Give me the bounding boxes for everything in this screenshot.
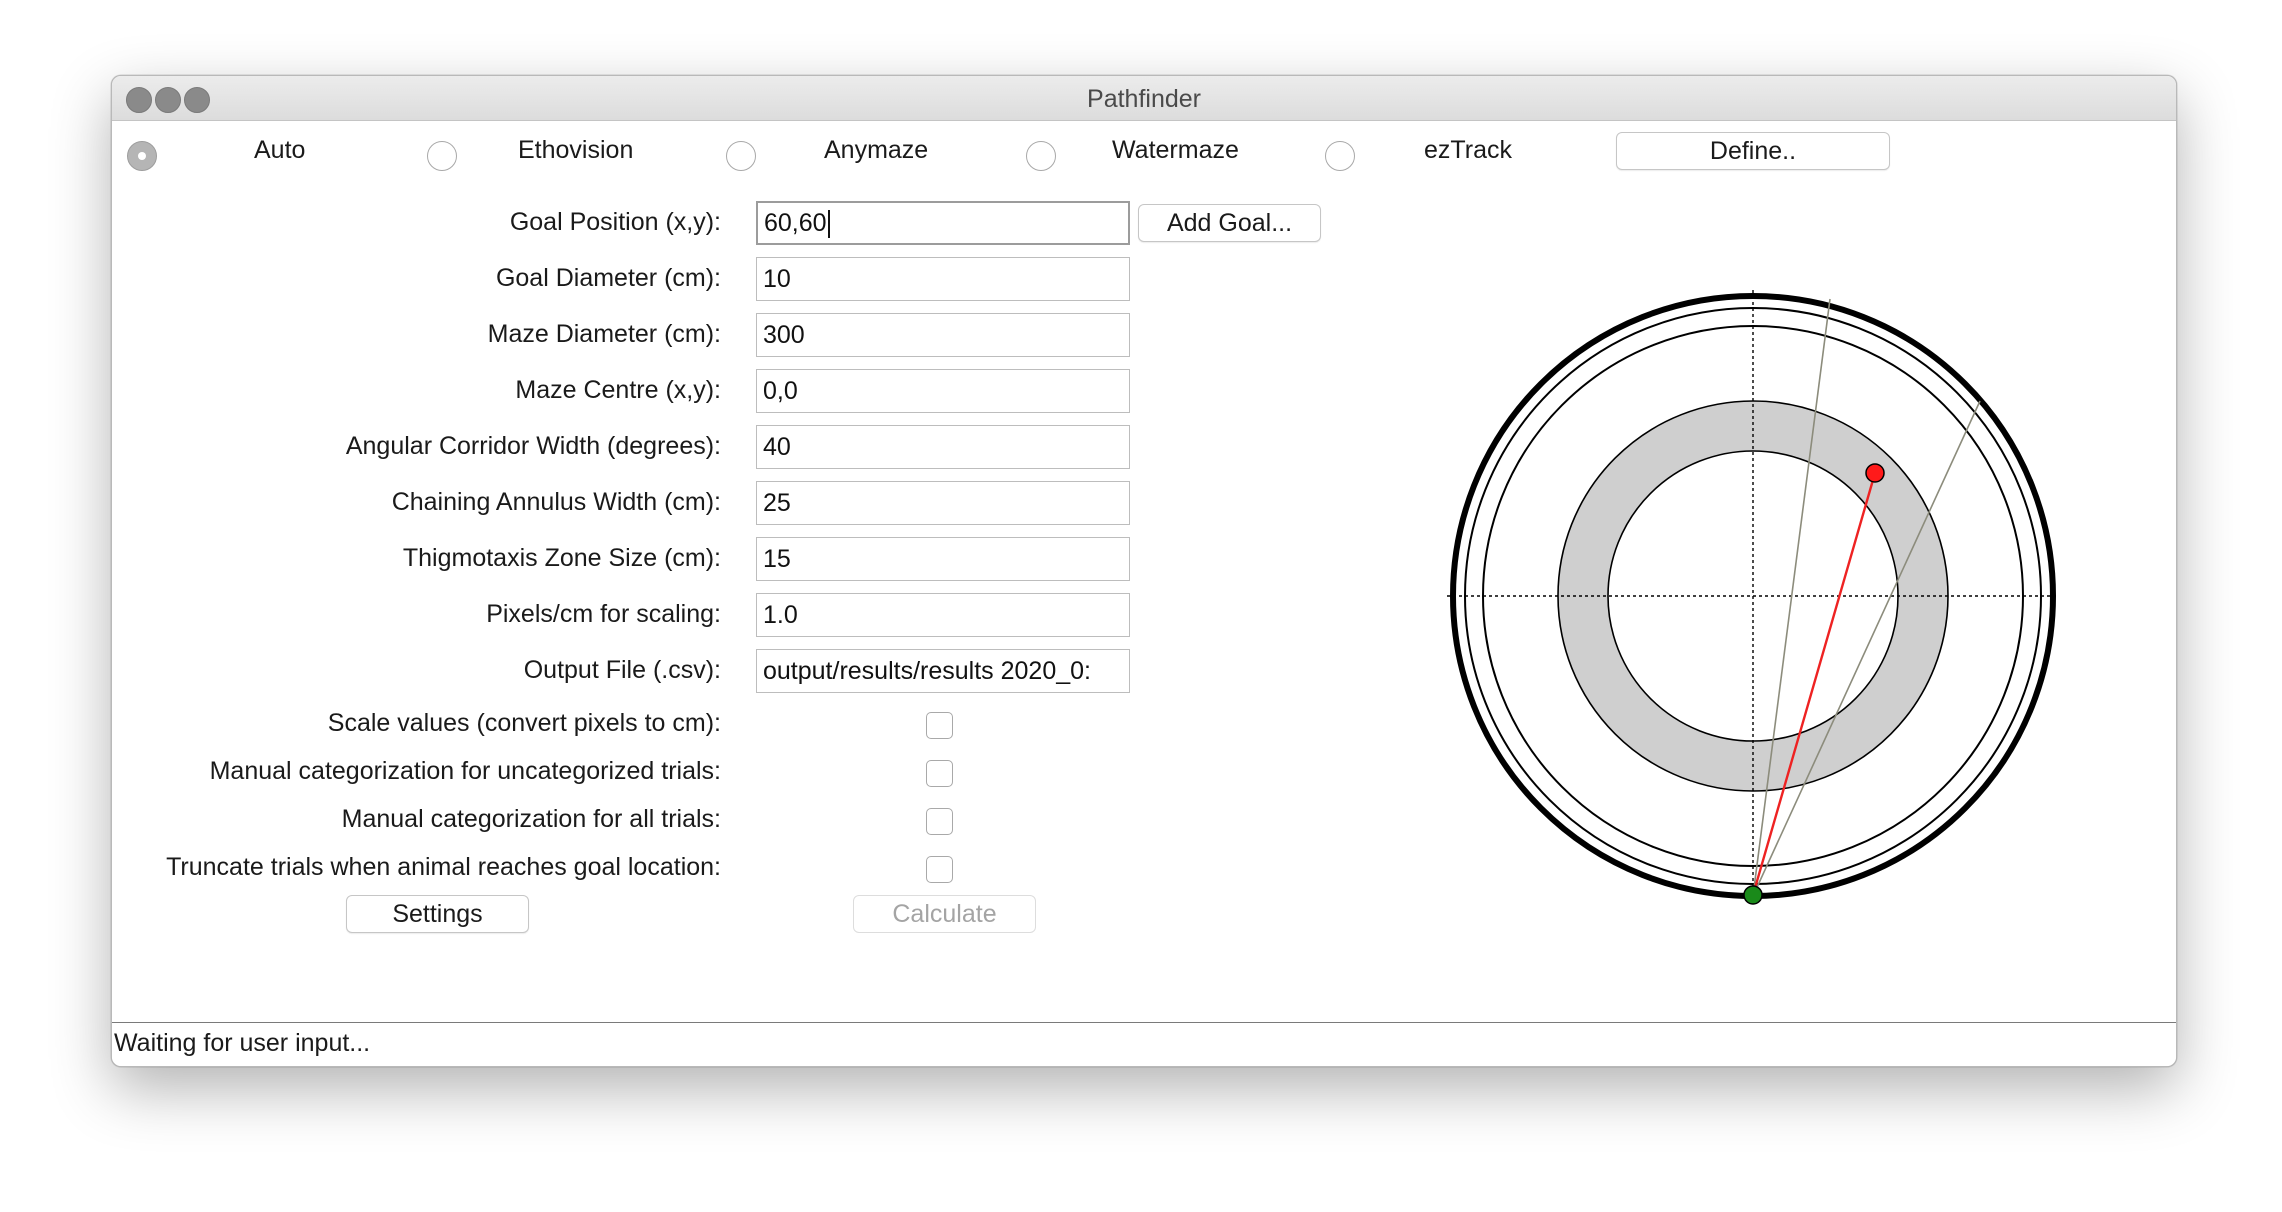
maze-centre-field[interactable]: 0,0 bbox=[756, 369, 1130, 413]
radio-label-auto: Auto bbox=[254, 136, 306, 164]
status-text: Waiting for user input... bbox=[114, 1029, 371, 1057]
chaining-annulus-width-field[interactable]: 25 bbox=[756, 481, 1130, 525]
status-bar: Waiting for user input... bbox=[112, 1022, 2176, 1066]
maze-centre-label: Maze Centre (x,y): bbox=[515, 376, 721, 404]
maze-diameter-label: Maze Diameter (cm): bbox=[487, 320, 721, 348]
scale-values-checkbox[interactable] bbox=[926, 712, 953, 739]
maze-preview bbox=[1447, 290, 2059, 905]
radio-label-ethovision: Ethovision bbox=[518, 136, 634, 164]
manual-categorization-all-checkbox[interactable] bbox=[926, 808, 953, 835]
radio-auto[interactable] bbox=[127, 141, 157, 171]
radio-anymaze[interactable] bbox=[726, 141, 756, 171]
add-goal-button[interactable]: Add Goal... bbox=[1138, 204, 1321, 242]
settings-button[interactable]: Settings bbox=[346, 895, 529, 933]
output-file-field[interactable]: output/results/results 2020_0: bbox=[756, 649, 1130, 693]
output-file-label: Output File (.csv): bbox=[523, 656, 721, 684]
chaining-annulus-width-label: Chaining Annulus Width (cm): bbox=[391, 488, 721, 516]
define-button[interactable]: Define.. bbox=[1616, 132, 1890, 170]
angular-corridor-width-field[interactable]: 40 bbox=[756, 425, 1130, 469]
pixels-per-cm-label: Pixels/cm for scaling: bbox=[486, 600, 721, 628]
manual-categorization-all-label: Manual categorization for all trials: bbox=[341, 805, 721, 833]
radio-label-eztrack: ezTrack bbox=[1424, 136, 1512, 164]
manual-categorization-uncategorized-checkbox[interactable] bbox=[926, 760, 953, 787]
maze-diameter-field[interactable]: 300 bbox=[756, 313, 1130, 357]
angular-corridor-line-left bbox=[1752, 298, 1831, 897]
radio-label-watermaze: Watermaze bbox=[1112, 136, 1239, 164]
goal-diameter-field[interactable]: 10 bbox=[756, 257, 1130, 301]
scale-values-label: Scale values (convert pixels to cm): bbox=[327, 709, 721, 737]
truncate-trials-label: Truncate trials when animal reaches goal… bbox=[166, 853, 721, 881]
start-marker bbox=[1743, 885, 1763, 905]
goal-marker bbox=[1865, 463, 1885, 483]
truncate-trials-checkbox[interactable] bbox=[926, 856, 953, 883]
radio-label-anymaze: Anymaze bbox=[824, 136, 929, 164]
manual-categorization-uncategorized-label: Manual categorization for uncategorized … bbox=[209, 757, 721, 785]
goal-position-field[interactable]: 60,60 bbox=[756, 201, 1130, 245]
radio-ethovision[interactable] bbox=[427, 141, 457, 171]
goal-position-value: 60,60 bbox=[764, 209, 827, 237]
radio-watermaze[interactable] bbox=[1026, 141, 1056, 171]
angular-corridor-width-label: Angular Corridor Width (degrees): bbox=[345, 432, 721, 460]
thigmotaxis-zone-size-field[interactable]: 15 bbox=[756, 537, 1130, 581]
goal-position-label: Goal Position (x,y): bbox=[509, 208, 721, 236]
radio-eztrack[interactable] bbox=[1325, 141, 1355, 171]
calculate-button[interactable]: Calculate bbox=[853, 895, 1036, 933]
window-title: Pathfinder bbox=[1087, 85, 1201, 113]
app-window: Pathfinder Auto Ethovision Anymaze Water… bbox=[111, 75, 2177, 1067]
goal-direction-line bbox=[1751, 472, 1877, 896]
goal-diameter-label: Goal Diameter (cm): bbox=[495, 264, 721, 292]
pixels-per-cm-field[interactable]: 1.0 bbox=[756, 593, 1130, 637]
text-caret bbox=[827, 210, 830, 239]
thigmotaxis-zone-size-label: Thigmotaxis Zone Size (cm): bbox=[402, 544, 721, 572]
title-bar: Pathfinder bbox=[112, 76, 2176, 121]
